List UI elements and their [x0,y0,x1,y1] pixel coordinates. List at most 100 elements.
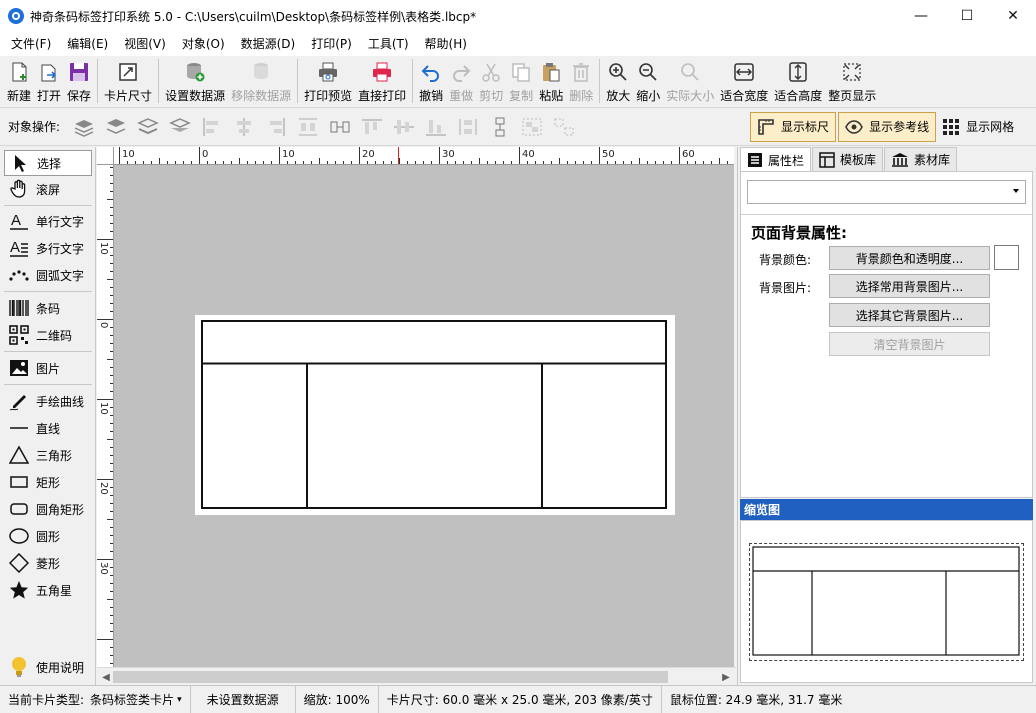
help-button[interactable]: 使用说明 [4,654,92,680]
ruler-label: 10 [282,149,295,160]
list-icon [747,152,763,168]
scroll-right-icon[interactable]: ▶ [719,670,733,684]
fit-height-icon [786,60,810,84]
maximize-button[interactable]: ☐ [944,0,990,32]
open-button[interactable]: 打开 [34,56,64,106]
undo-button[interactable]: 撤销 [416,56,446,106]
tool-diamond[interactable]: 菱形 [4,550,92,576]
preview-area[interactable] [740,520,1033,683]
distribute-vertical-icon[interactable] [456,115,480,139]
table-shape[interactable] [195,315,675,515]
set-datasource-button[interactable]: 设置数据源 [162,56,228,106]
menu-file[interactable]: 文件(F) [3,32,59,56]
redo-button[interactable]: 重做 [446,56,476,106]
tool-qrcode[interactable]: 二维码 [4,322,92,348]
scrollbar-thumb[interactable] [113,671,668,683]
ruler-label: 10 [122,149,135,160]
bg-color-swatch[interactable] [994,245,1019,270]
direct-print-button[interactable]: 直接打印 [355,56,409,106]
database-add-icon [183,60,207,84]
tool-line[interactable]: 直线 [4,415,92,441]
zoom-in-button[interactable]: 放大 [603,56,633,106]
align-middle-icon[interactable] [392,115,416,139]
fit-height-button[interactable]: 适合高度 [771,56,825,106]
menu-help[interactable]: 帮助(H) [417,32,475,56]
new-button[interactable]: 新建 [4,56,34,106]
tool-separator [4,205,92,206]
database-remove-icon [249,60,273,84]
tool-single-text[interactable]: A 单行文字 [4,208,92,234]
vertical-ruler[interactable]: 10 0 10 20 30 [97,165,114,667]
label-card[interactable] [195,315,675,515]
align-left-icon[interactable] [200,115,224,139]
tool-select[interactable]: 选择 [4,150,92,176]
close-button[interactable]: ✕ [990,0,1036,32]
bring-to-front-icon[interactable] [72,115,96,139]
align-bottom-icon[interactable] [424,115,448,139]
print-preview-button[interactable]: 打印预览 [301,56,355,106]
design-canvas[interactable] [114,165,734,667]
ungroup-icon[interactable] [552,115,576,139]
menu-tools[interactable]: 工具(T) [360,32,417,56]
tool-image[interactable]: 图片 [4,355,92,381]
cut-button[interactable]: 剪切 [476,56,506,106]
object-selector-dropdown[interactable] [747,180,1026,204]
same-height-icon[interactable] [488,115,512,139]
horizontal-ruler[interactable]: 10 0 10 20 30 40 50 60 [114,147,734,165]
ruler-label: 10 [98,242,109,255]
bg-color-button[interactable]: 背景颜色和透明度... [829,246,990,270]
tool-freehand[interactable]: 手绘曲线 [4,388,92,414]
minimize-button[interactable]: — [898,0,944,32]
menu-object[interactable]: 对象(O) [174,32,233,56]
scroll-left-icon[interactable]: ◀ [99,670,113,684]
show-ruler-toggle[interactable]: 显示标尺 [750,111,837,142]
copy-button[interactable]: 复制 [506,56,536,106]
fit-width-button[interactable]: 适合宽度 [717,56,771,106]
menu-datasource[interactable]: 数据源(D) [233,32,304,56]
tool-scroll[interactable]: 滚屏 [4,176,92,202]
bg-color-label: 背景颜色: [759,253,812,267]
menu-view[interactable]: 视图(V) [116,32,174,56]
align-center-icon[interactable] [232,115,256,139]
tab-materials[interactable]: 素材库 [884,147,958,171]
same-width-icon[interactable] [328,115,352,139]
save-button[interactable]: 保存 [64,56,94,106]
zoom-out-button[interactable]: 缩小 [633,56,663,106]
tool-multi-text[interactable]: A 多行文字 [4,235,92,261]
menu-print[interactable]: 打印(P) [303,32,360,56]
align-top-icon[interactable] [360,115,384,139]
paste-button[interactable]: 粘贴 [536,56,566,106]
menu-edit[interactable]: 编辑(E) [59,32,116,56]
tool-circle[interactable]: 圆形 [4,523,92,549]
tool-triangle[interactable]: 三角形 [4,442,92,468]
actual-size-button[interactable]: 实际大小 [663,56,717,106]
choose-other-bg-button[interactable]: 选择其它背景图片... [829,303,990,327]
tab-templates[interactable]: 模板库 [812,147,884,171]
bring-forward-icon[interactable] [104,115,128,139]
card-size-button[interactable]: 卡片尺寸 [101,56,155,106]
clear-bg-button[interactable]: 清空背景图片 [829,332,990,356]
tool-rounded-rect[interactable]: 圆角矩形 [4,496,92,522]
show-guides-toggle[interactable]: 显示参考线 [838,111,937,142]
tool-rectangle[interactable]: 矩形 [4,469,92,495]
distribute-horizontal-icon[interactable] [296,115,320,139]
tool-barcode[interactable]: 条码 [4,295,92,321]
tool-arc-text[interactable]: 圆弧文字 [4,262,92,288]
send-backward-icon[interactable] [136,115,160,139]
tab-properties[interactable]: 属性栏 [740,147,812,172]
window-title: 神奇条码标签打印系统 5.0 - C:\Users\cuilm\Desktop\… [30,9,477,24]
datasource-status: 未设置数据源 [191,685,296,713]
card-type-select[interactable]: 条码标签类卡片 [90,691,174,708]
align-right-icon[interactable] [264,115,288,139]
choose-common-bg-button[interactable]: 选择常用背景图片... [829,274,990,298]
delete-button[interactable]: 删除 [566,56,596,106]
horizontal-scrollbar[interactable]: ◀ ▶ [97,667,736,685]
fit-page-button[interactable]: 整页显示 [825,56,879,106]
remove-datasource-button[interactable]: 移除数据源 [228,56,294,106]
show-grid-toggle[interactable]: 显示网格 [936,112,1020,142]
group-icon[interactable] [520,115,544,139]
ruler-label: 0 [202,149,208,160]
send-to-back-icon[interactable] [168,115,192,139]
card-type-caret-icon[interactable]: ▾ [177,695,182,705]
tool-star[interactable]: 五角星 [4,577,92,603]
